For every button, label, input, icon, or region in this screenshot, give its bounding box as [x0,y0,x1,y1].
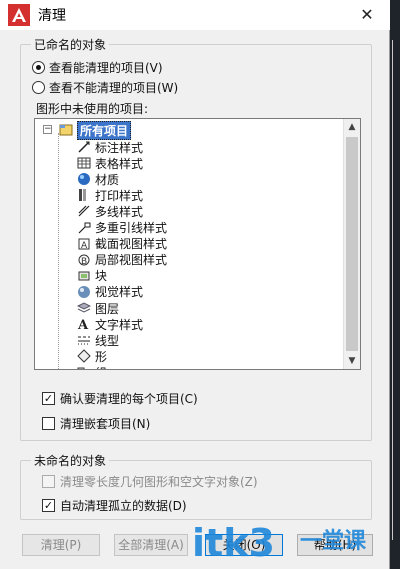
dimension-style-icon [78,141,90,153]
tree-item-label: 块 [95,269,108,284]
tree-item[interactable]: 图层 [77,300,119,316]
plot-style-icon [79,189,86,202]
tree-item[interactable]: 形 [77,348,107,364]
zero-length-checkbox[interactable]: 清理零长度几何图形和空文字对象(Z) [42,472,258,490]
tree-root-label: 所有项目 [77,120,132,140]
purge-nested-checkbox[interactable]: 清理嵌套项目(N) [42,414,150,432]
tree-item-label: 多重引线样式 [95,221,168,235]
tree-item[interactable]: A 截面视图样式 [77,236,167,252]
radio-purgeable[interactable]: 查看能清理的项目(V) [32,58,163,76]
tree-item[interactable]: 表格样式 [77,155,143,171]
tree-item-label: 表格样式 [95,156,144,171]
detail-view-style-icon: B [78,254,90,267]
group-icon [77,367,85,369]
tree-item-label: 形 [95,349,108,364]
tree-item-label: 线型 [95,333,120,348]
tree-item[interactable]: 多线样式 [77,203,143,219]
radio-unpurgeable-label: 查看不能清理的项目(W) [49,80,179,95]
radio-unpurgeable[interactable]: 查看不能清理的项目(W) [32,78,178,96]
checkbox-checked-icon[interactable]: ✓ [42,391,55,405]
svg-text:一堂课: 一堂课 [300,529,367,554]
block-icon [78,271,90,281]
checkbox-unchecked-icon[interactable] [42,416,55,430]
purge-dialog: 清理 ✕ 已命名的对象 查看能清理的项目(V) 查看不能清理的项目(W) 图形中… [0,0,390,569]
confirm-each-checkbox[interactable]: ✓ 确认要清理的每个项目(C) [42,389,198,407]
tree-item[interactable]: 材质 [77,171,119,187]
purge-nested-label: 清理嵌套项目(N) [60,416,151,431]
tree-item-label: 标注样式 [95,140,144,155]
multileader-style-icon [78,222,91,233]
radio-selected-icon[interactable] [32,60,45,74]
collapse-icon[interactable]: − [43,125,52,134]
unused-items-label: 图形中未使用的项目: [36,102,149,116]
purge-all-button[interactable]: 全部清理(A) [114,534,188,556]
tree-item-label: 局部视图样式 [95,253,168,268]
tree-item[interactable]: 块 [77,268,107,284]
svg-text:A: A [81,241,88,251]
material-icon [78,173,90,186]
checkbox-checked-icon[interactable]: ✓ [42,498,55,512]
scroll-up-icon[interactable]: ▲ [344,119,360,135]
tree-item-label: 组 [95,364,107,369]
table-style-icon [77,157,91,169]
itk3-watermark-logo: itk3 一堂课 [192,521,367,565]
tree-item-label: 打印样式 [95,188,144,203]
window-title: 清理 [38,8,66,24]
tree-item[interactable]: 视觉样式 [77,284,143,300]
section-view-style-icon: A [78,238,90,251]
tree-item-label: 视觉样式 [95,285,144,300]
scroll-thumb[interactable] [346,137,358,351]
title-bar: 清理 ✕ [0,0,390,30]
svg-text:B: B [81,257,87,267]
text-style-icon: A [77,318,89,331]
checkbox-disabled-icon[interactable] [42,474,55,488]
shape-icon [77,349,91,364]
svg-text:itk3: itk3 [192,521,275,565]
svg-text:A: A [77,318,89,331]
tree-root[interactable]: 所有项目 [59,120,132,140]
tree-item[interactable]: 标注样式 [77,139,143,155]
autocad-logo-icon [8,4,30,26]
purge-button[interactable]: 清理(P) [22,534,100,556]
tree-item-label: 文字样式 [95,317,144,332]
tree-item-label: 截面视图样式 [95,237,168,252]
tree-item-label: 多线样式 [95,204,144,219]
tree-item[interactable]: 组 [77,364,107,369]
tree-item[interactable]: 线型 [77,332,119,348]
scroll-down-icon[interactable]: ▼ [344,353,360,369]
close-icon[interactable]: ✕ [356,4,378,26]
cad-line [392,40,393,540]
tree-item[interactable]: 打印样式 [77,187,143,203]
named-objects-legend: 已命名的对象 [31,36,110,53]
orphaned-data-label: 自动清理孤立的数据(D) [60,498,187,513]
tree-item[interactable]: 多重引线样式 [77,220,167,236]
tree-item-label: 材质 [95,172,120,187]
radio-unselected-icon[interactable] [32,80,45,94]
tree-connector-line [58,133,59,369]
linetype-icon [78,336,90,345]
drawing-root-icon [59,124,73,136]
unused-items-tree[interactable]: − 所有项目 标注样式 表格样式 材质 打印样式 多线样式多重引线样式 A 截面视图样式 B 局… [34,118,361,370]
visual-style-icon [78,285,90,298]
multiline-style-icon [78,205,90,217]
layer-icon [77,302,91,313]
tree-scrollbar[interactable]: ▲ ▼ [343,119,360,369]
tree-item-label: 图层 [95,301,120,316]
orphaned-data-checkbox[interactable]: ✓ 自动清理孤立的数据(D) [42,496,187,514]
radio-purgeable-label: 查看能清理的项目(V) [49,60,163,75]
confirm-each-label: 确认要清理的每个项目(C) [60,391,198,406]
zero-length-label: 清理零长度几何图形和空文字对象(Z) [60,474,258,489]
unnamed-objects-legend: 未命名的对象 [31,452,110,469]
tree-item[interactable]: B 局部视图样式 [77,252,167,268]
tree-item[interactable]: A 文字样式 [77,316,143,332]
